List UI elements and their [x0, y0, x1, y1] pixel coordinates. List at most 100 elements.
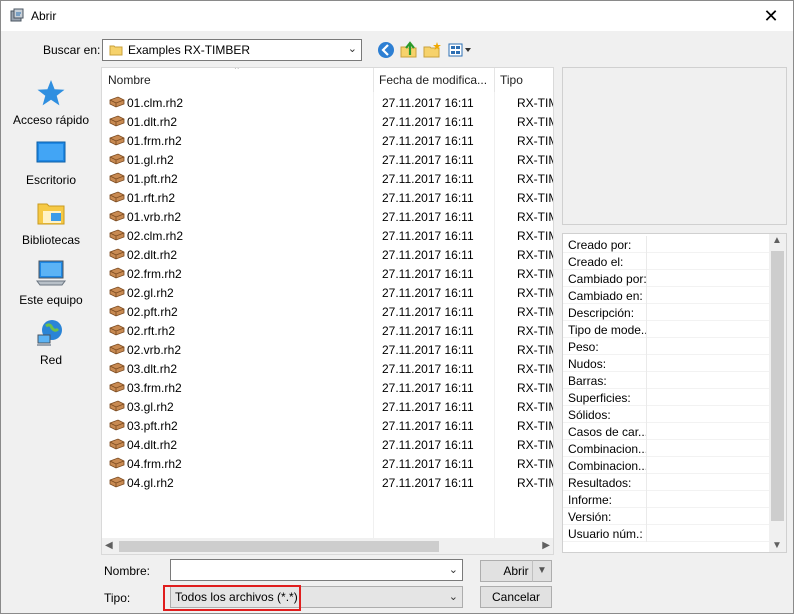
rx-timber-file-icon [109, 134, 125, 146]
scrollbar-thumb[interactable] [119, 541, 439, 552]
rx-timber-file-icon [109, 476, 125, 488]
file-row[interactable]: 02.dlt.rh2 27.11.2017 16:11 RX-TIM [102, 245, 553, 264]
property-label: Peso: [568, 340, 599, 354]
column-type-header[interactable]: Tipo [500, 73, 523, 87]
preview-pane [562, 67, 787, 225]
property-label: Cambiado por: [568, 272, 646, 286]
filetype-value: Todos los archivos (*.*) [175, 590, 298, 604]
filename-label: Nombre: [104, 564, 151, 578]
file-list-header: ⌃ Nombre Fecha de modifica... Tipo [102, 68, 553, 92]
rx-timber-file-icon [109, 324, 125, 336]
file-name: 04.dlt.rh2 [127, 438, 178, 452]
file-row[interactable]: 01.dlt.rh2 27.11.2017 16:11 RX-TIM [102, 112, 553, 131]
scroll-left-icon[interactable]: ◀ [105, 540, 113, 551]
rx-timber-file-icon [109, 267, 125, 279]
file-row[interactable]: 01.frm.rh2 27.11.2017 16:11 RX-TIM [102, 131, 553, 150]
column-divider[interactable] [373, 68, 374, 92]
column-name-header[interactable]: Nombre [108, 73, 151, 87]
file-row[interactable]: 01.pft.rh2 27.11.2017 16:11 RX-TIM [102, 169, 553, 188]
property-value [646, 389, 647, 406]
file-row[interactable]: 02.rft.rh2 27.11.2017 16:11 RX-TIM [102, 321, 553, 340]
property-value [646, 440, 647, 457]
file-row[interactable]: 01.clm.rh2 27.11.2017 16:11 RX-TIM [102, 93, 553, 112]
file-row[interactable]: 02.frm.rh2 27.11.2017 16:11 RX-TIM [102, 264, 553, 283]
property-value [646, 321, 647, 338]
up-folder-icon[interactable] [399, 40, 419, 60]
file-row[interactable]: 02.gl.rh2 27.11.2017 16:11 RX-TIM [102, 283, 553, 302]
property-row: Cambiado en: [563, 287, 771, 304]
look-in-combo[interactable]: Examples RX-TIMBER ⌄ [102, 39, 362, 61]
scroll-down-icon[interactable]: ▼ [772, 540, 782, 551]
file-list[interactable]: ⌃ Nombre Fecha de modifica... Tipo 01.cl… [101, 67, 554, 555]
file-row[interactable]: 02.clm.rh2 27.11.2017 16:11 RX-TIM [102, 226, 553, 245]
property-value [646, 338, 647, 355]
file-row[interactable]: 03.gl.rh2 27.11.2017 16:11 RX-TIM [102, 397, 553, 416]
property-label: Resultados: [568, 476, 632, 490]
rx-timber-file-icon [109, 305, 125, 317]
property-row: Combinacion... [563, 440, 771, 457]
property-value [646, 406, 647, 423]
window-title: Abrir [31, 9, 57, 23]
rx-timber-file-icon [109, 419, 125, 431]
file-row[interactable]: 03.pft.rh2 27.11.2017 16:11 RX-TIM [102, 416, 553, 435]
place-quick-access[interactable]: Acceso rápido [4, 77, 98, 127]
file-name: 02.rft.rh2 [127, 324, 176, 338]
file-row[interactable]: 01.rft.rh2 27.11.2017 16:11 RX-TIM [102, 188, 553, 207]
file-name: 03.frm.rh2 [127, 381, 182, 395]
back-icon[interactable] [376, 40, 396, 60]
close-button[interactable]: ✕ [749, 1, 793, 31]
file-row[interactable]: 03.dlt.rh2 27.11.2017 16:11 RX-TIM [102, 359, 553, 378]
scroll-up-icon[interactable]: ▲ [772, 235, 782, 246]
file-name: 02.vrb.rh2 [127, 343, 182, 357]
file-date: 27.11.2017 16:11 [382, 400, 474, 414]
file-row[interactable]: 01.vrb.rh2 27.11.2017 16:11 RX-TIM [102, 207, 553, 226]
place-desktop[interactable]: Escritorio [4, 137, 98, 187]
file-row[interactable]: 04.dlt.rh2 27.11.2017 16:11 RX-TIM [102, 435, 553, 454]
file-name: 02.dlt.rh2 [127, 248, 178, 262]
new-folder-icon[interactable] [422, 40, 442, 60]
property-row: Creado el: [563, 253, 771, 270]
filetype-combo[interactable]: Todos los archivos (*.*) ⌄ [170, 586, 463, 608]
file-row[interactable]: 04.gl.rh2 27.11.2017 16:11 RX-TIM [102, 473, 553, 492]
folder-icon [109, 45, 123, 56]
property-value [646, 253, 647, 270]
file-row[interactable]: 02.pft.rh2 27.11.2017 16:11 RX-TIM [102, 302, 553, 321]
scrollbar-thumb[interactable] [771, 251, 784, 521]
file-name: 01.rft.rh2 [127, 191, 176, 205]
cancel-button[interactable]: Cancelar [480, 586, 552, 608]
open-options-dropdown[interactable]: ▼ [532, 560, 552, 582]
rx-timber-file-icon [109, 210, 125, 222]
rx-timber-file-icon [109, 172, 125, 184]
file-row[interactable]: 01.gl.rh2 27.11.2017 16:11 RX-TIM [102, 150, 553, 169]
file-row[interactable]: 04.frm.rh2 27.11.2017 16:11 RX-TIM [102, 454, 553, 473]
file-name: 01.clm.rh2 [127, 96, 184, 110]
file-row[interactable]: 03.frm.rh2 27.11.2017 16:11 RX-TIM [102, 378, 553, 397]
property-label: Casos de car... [568, 425, 646, 439]
file-date: 27.11.2017 16:11 [382, 172, 474, 186]
title-bar: Abrir ✕ [1, 1, 793, 31]
property-label: Combinacion... [568, 459, 646, 473]
file-name: 03.gl.rh2 [127, 400, 174, 414]
file-type: RX-TIM [517, 153, 553, 167]
property-row: Descripción: [563, 304, 771, 321]
file-name: 02.clm.rh2 [127, 229, 184, 243]
file-type: RX-TIM [517, 419, 553, 433]
property-row: Cambiado por: [563, 270, 771, 287]
open-file-dialog: Abrir ✕ Buscar en: Examples RX-TIMBER ⌄ [0, 0, 794, 614]
chevron-down-icon[interactable]: ⌄ [449, 563, 458, 576]
place-this-pc[interactable]: Este equipo [4, 257, 98, 307]
place-network[interactable]: Red [4, 317, 98, 367]
vertical-scrollbar[interactable]: ▲ ▼ [769, 234, 786, 552]
column-divider[interactable] [494, 68, 495, 92]
horizontal-scrollbar[interactable]: ◀ ▶ [102, 538, 553, 554]
column-date-header[interactable]: Fecha de modifica... [379, 73, 487, 87]
file-type: RX-TIM [517, 400, 553, 414]
scroll-right-icon[interactable]: ▶ [542, 540, 550, 551]
file-row[interactable]: 02.vrb.rh2 27.11.2017 16:11 RX-TIM [102, 340, 553, 359]
place-libraries[interactable]: Bibliotecas [4, 197, 98, 247]
file-name: 03.pft.rh2 [127, 419, 178, 433]
view-menu-icon[interactable] [447, 40, 473, 60]
filename-input[interactable]: ⌄ [170, 559, 463, 581]
file-type: RX-TIM [517, 248, 553, 262]
property-value [646, 525, 647, 542]
